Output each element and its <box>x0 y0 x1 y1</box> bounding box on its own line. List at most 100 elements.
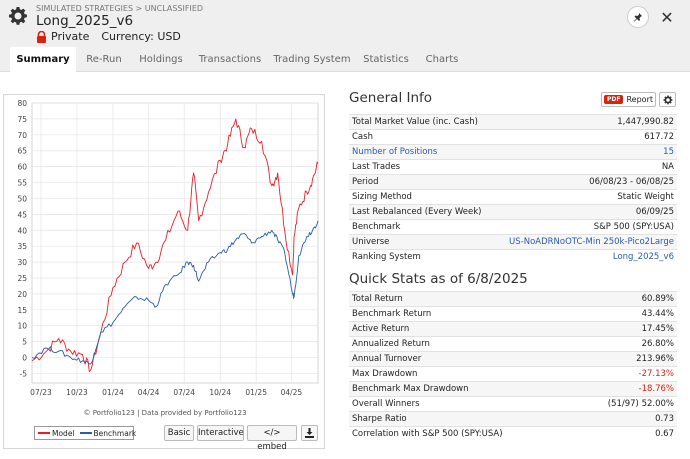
legend-swatch-benchmark <box>79 432 92 434</box>
y-tick-label: 60 <box>17 163 27 172</box>
y-tick-label: 35 <box>17 242 27 251</box>
x-tick-label: 07/24 <box>173 388 195 397</box>
plot-area <box>31 102 319 384</box>
row-label: Last Trades <box>349 159 495 175</box>
report-label: Report <box>626 95 654 104</box>
tab-transactions[interactable]: Transactions <box>190 47 270 72</box>
tab-bar: Summary Re-Run Holdings Transactions Tra… <box>0 45 690 72</box>
row-value: 26.80% <box>573 335 677 351</box>
row-label: Cash <box>349 129 495 145</box>
table-row: Total Return 60.89% <box>349 290 677 306</box>
info-panel: General Info PDF Report Total Market Val… <box>349 90 677 441</box>
row-value: (51/97) 52.00% <box>573 395 677 411</box>
table-row: Benchmark S&P 500 (SPY:USA) <box>349 219 677 235</box>
tab-trading-system[interactable]: Trading System <box>270 47 354 72</box>
row-value: 06/09/25 <box>494 204 677 220</box>
table-row: Total Market Value (inc. Cash) 1,447,990.… <box>349 114 677 130</box>
y-tick-label: 15 <box>17 306 27 315</box>
y-tick-label: 75 <box>17 115 27 124</box>
report-settings-button[interactable] <box>659 92 676 107</box>
row-value: 1,447,990.82 <box>494 114 677 130</box>
interactive-chart-button[interactable]: Interactive <box>197 425 244 441</box>
general-info-table: Total Market Value (inc. Cash) 1,447,990.… <box>349 114 677 265</box>
table-row: Last Trades NA <box>349 159 677 175</box>
gear-icon <box>663 95 672 104</box>
pin-icon <box>634 13 642 22</box>
row-label: Total Market Value (inc. Cash) <box>349 114 495 130</box>
tab-charts[interactable]: Charts <box>418 47 466 72</box>
pdf-icon: PDF <box>604 95 624 104</box>
breadcrumb[interactable]: SIMULATED STRATEGIES > UNCLASSIFIED <box>36 4 203 13</box>
table-row: Universe US-NoADRNoOTC-Min 250k-Pico2Larg… <box>349 234 677 250</box>
row-label: Benchmark <box>349 219 495 235</box>
embed-button[interactable]: </> embed <box>247 425 297 452</box>
x-tick-label: 01/25 <box>245 388 267 397</box>
x-tick-label: 04/25 <box>281 388 303 397</box>
y-tick-label: 20 <box>17 290 27 299</box>
row-value: 06/08/23 - 06/08/25 <box>494 174 677 190</box>
legend-item-model[interactable]: Model <box>38 429 75 438</box>
tab-re-run[interactable]: Re-Run <box>76 47 132 72</box>
y-tick-label: 55 <box>17 179 27 188</box>
tab-holdings[interactable]: Holdings <box>132 47 190 72</box>
table-row: Last Rebalanced (Every Week) 06/09/25 <box>349 204 677 220</box>
performance-chart: -5 0 5 10 15 20 25 30 35 40 45 50 55 60 65 70 75 80 07/23 1… <box>17 99 319 397</box>
row-value: S&P 500 (SPY:USA) <box>494 219 677 235</box>
download-button[interactable] <box>301 425 318 441</box>
y-tick-label: 40 <box>17 226 27 235</box>
y-tick-label: 70 <box>17 131 27 140</box>
legend-item-benchmark[interactable]: Benchmark <box>79 428 137 438</box>
row-label: Sharpe Ratio <box>349 410 574 426</box>
report-button[interactable]: PDF Report <box>601 92 656 107</box>
row-label: Universe <box>349 234 495 250</box>
y-tick-label: 10 <box>17 322 27 331</box>
row-label: Sizing Method <box>349 189 495 205</box>
row-label: Total Return <box>349 290 574 306</box>
row-label: Annualized Return <box>349 335 574 351</box>
strategy-header: SIMULATED STRATEGIES > UNCLASSIFIED Long… <box>0 0 690 45</box>
table-row: Annualized Return 26.80% <box>349 335 677 351</box>
close-button[interactable]: ✕ <box>656 6 678 28</box>
row-value: 213.96% <box>573 350 677 366</box>
x-tick-label: 10/23 <box>66 388 88 397</box>
basic-chart-button[interactable]: Basic <box>164 425 194 441</box>
table-row: Benchmark Return 43.44% <box>349 305 677 321</box>
legend-label-benchmark: Benchmark <box>93 428 137 438</box>
strategy-title: Long_2025_v6 <box>36 13 134 29</box>
row-value: 60.89% <box>573 290 677 306</box>
privacy-info: Private Currency: USD <box>36 30 181 43</box>
ranking-system-link[interactable]: Long_2025_v6 <box>494 249 677 265</box>
y-tick-label: 30 <box>17 258 27 267</box>
table-row: Ranking System Long_2025_v6 <box>349 249 677 265</box>
table-row: Sharpe Ratio 0.73 <box>349 410 677 426</box>
y-tick-label: 80 <box>17 99 27 108</box>
row-label: Annual Turnover <box>349 350 574 366</box>
tab-statistics[interactable]: Statistics <box>354 47 418 72</box>
row-label: Benchmark Max Drawdown <box>349 380 574 396</box>
x-tick-label: 10/24 <box>209 388 231 397</box>
lock-icon <box>37 30 46 43</box>
row-value: 43.44% <box>573 305 677 321</box>
y-tick-label: 65 <box>17 147 27 156</box>
row-value: -18.76% <box>573 380 677 396</box>
legend-swatch-model <box>38 432 50 434</box>
chart-credits: © Portfolio123 | Data provided by Portfo… <box>83 409 247 417</box>
positions-count-link[interactable]: 15 <box>494 144 677 160</box>
row-label: Ranking System <box>349 249 495 265</box>
privacy-label: Private <box>51 30 90 43</box>
tab-summary[interactable]: Summary <box>10 47 76 72</box>
x-tick-label: 04/24 <box>138 388 160 397</box>
pin-button[interactable] <box>627 6 649 28</box>
row-label: Period <box>349 174 495 190</box>
settings-gear-icon[interactable] <box>8 6 28 26</box>
y-tick-label: 5 <box>22 338 27 347</box>
table-row: Sizing Method Static Weight <box>349 189 677 205</box>
row-label: Correlation with S&P 500 (SPY:USA) <box>349 425 574 441</box>
positions-link[interactable]: Number of Positions <box>349 144 495 160</box>
table-row: Max Drawdown -27.13% <box>349 365 677 381</box>
y-tick-label: 25 <box>17 274 27 283</box>
row-label: Last Rebalanced (Every Week) <box>349 204 495 220</box>
universe-link[interactable]: US-NoADRNoOTC-Min 250k-Pico2Large <box>494 234 677 250</box>
row-label: Overall Winners <box>349 395 574 411</box>
y-tick-label: 0 <box>22 354 27 363</box>
